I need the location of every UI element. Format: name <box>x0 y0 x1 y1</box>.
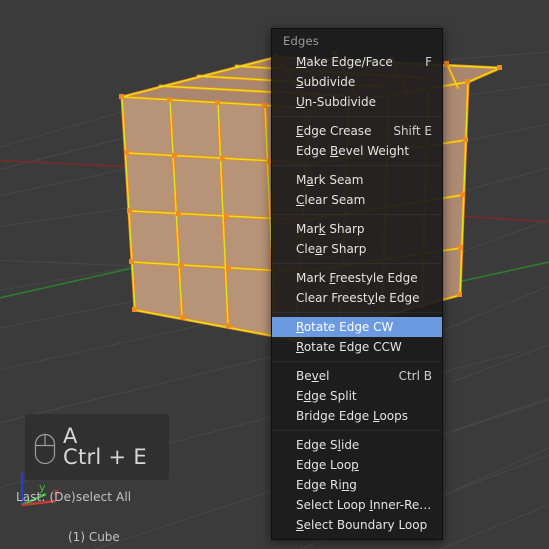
menu-separator <box>272 361 442 362</box>
menu-title: Edges <box>283 34 319 48</box>
menu-item-mark-freestyle-edge[interactable]: Mark Freestyle Edge <box>272 268 442 288</box>
menu-item-clear-freestyle-edge[interactable]: Clear Freestyle Edge <box>272 288 442 308</box>
menu-item-edge-crease[interactable]: Edge Crease Shift E <box>272 121 442 141</box>
menu-item-subdivide[interactable]: Subdivide <box>272 72 442 92</box>
menu-separator <box>272 116 442 117</box>
menu-item-bridge-edge-loops[interactable]: Bridge Edge Loops <box>272 406 442 426</box>
mouse-icon <box>34 433 56 465</box>
key-list: A Ctrl + E <box>63 423 147 469</box>
menu-item-rotate-edge-ccw[interactable]: Rotate Edge CCW <box>272 337 442 357</box>
menu-item-label: Edge Ring <box>296 478 357 492</box>
menu-item-shortcut: Ctrl B <box>398 369 432 383</box>
menu-item-label: Rotate Edge CW <box>296 320 394 334</box>
menu-item-edge-loop[interactable]: Edge Loop <box>272 455 442 475</box>
menu-item-label: Edge Crease <box>296 124 372 138</box>
menu-item-label: Edge Bevel Weight <box>296 144 410 158</box>
menu-item-label: Rotate Edge CCW <box>296 340 402 354</box>
menu-separator <box>272 312 442 313</box>
key-line-1: A <box>63 423 78 448</box>
menu-separator <box>272 165 442 166</box>
menu-item-clear-seam[interactable]: Clear Seam <box>272 190 442 210</box>
menu-item-label: Edge Slide <box>296 438 360 452</box>
menu-item-label: Clear Seam <box>296 193 366 207</box>
menu-item-mark-sharp[interactable]: Mark Sharp <box>272 219 442 239</box>
menu-item-label: Bevel <box>296 369 330 383</box>
key-line-2: Ctrl + E <box>63 445 147 469</box>
menu-item-label: Mark Sharp <box>296 222 365 236</box>
menu-item-select-loop-inner-region[interactable]: Select Loop Inner-Region <box>272 495 442 515</box>
menu-item-label: Make Edge/Face <box>296 55 393 69</box>
menu-item-make-edge-face[interactable]: Make Edge/Face F <box>272 52 442 72</box>
menu-item-rotate-edge-cw[interactable]: Rotate Edge CW <box>272 317 442 337</box>
menu-item-edge-slide[interactable]: Edge Slide <box>272 435 442 455</box>
menu-separator <box>272 263 442 264</box>
menu-item-list: Make Edge/Face F Subdivide Un-Subdivide Edge… <box>272 52 442 535</box>
menu-item-label: Un-Subdivide <box>296 95 376 109</box>
menu-item-shortcut: F <box>425 55 432 69</box>
menu-item-label: Bridge Edge Loops <box>296 409 408 423</box>
menu-item-edge-split[interactable]: Edge Split <box>272 386 442 406</box>
menu-item-label: Mark Seam <box>296 173 364 187</box>
menu-separator <box>272 214 442 215</box>
menu-item-label: Edge Loop <box>296 458 359 472</box>
menu-item-label: Select Boundary Loop <box>296 518 428 532</box>
blender-window: y x A Ctrl + E Last: (De)select All (1) … <box>0 0 549 549</box>
menu-item-bevel[interactable]: Bevel Ctrl B <box>272 366 442 386</box>
menu-item-edge-ring[interactable]: Edge Ring <box>272 475 442 495</box>
object-name-label: (1) Cube <box>68 530 120 544</box>
screencast-key-overlay: A Ctrl + E <box>25 414 169 480</box>
menu-separator <box>272 430 442 431</box>
menu-item-select-boundary-loop[interactable]: Select Boundary Loop <box>272 515 442 535</box>
menu-item-label: Subdivide <box>296 75 356 89</box>
edges-context-menu[interactable]: Edges Make Edge/Face F Subdivide Un-Subdivi… <box>271 28 443 540</box>
menu-item-label: Edge Split <box>296 389 357 403</box>
last-operation-label: Last: (De)select All <box>16 490 132 504</box>
menu-item-edge-bevel-weight[interactable]: Edge Bevel Weight <box>272 141 442 161</box>
menu-item-shortcut: Shift E <box>393 124 432 138</box>
menu-item-label: Clear Sharp <box>296 242 367 256</box>
menu-item-un-subdivide[interactable]: Un-Subdivide <box>272 92 442 112</box>
menu-item-label: Mark Freestyle Edge <box>296 271 418 285</box>
menu-item-label: Select Loop Inner-Region <box>296 498 432 512</box>
menu-item-label: Clear Freestyle Edge <box>296 291 420 305</box>
menu-item-clear-sharp[interactable]: Clear Sharp <box>272 239 442 259</box>
menu-item-mark-seam[interactable]: Mark Seam <box>272 170 442 190</box>
